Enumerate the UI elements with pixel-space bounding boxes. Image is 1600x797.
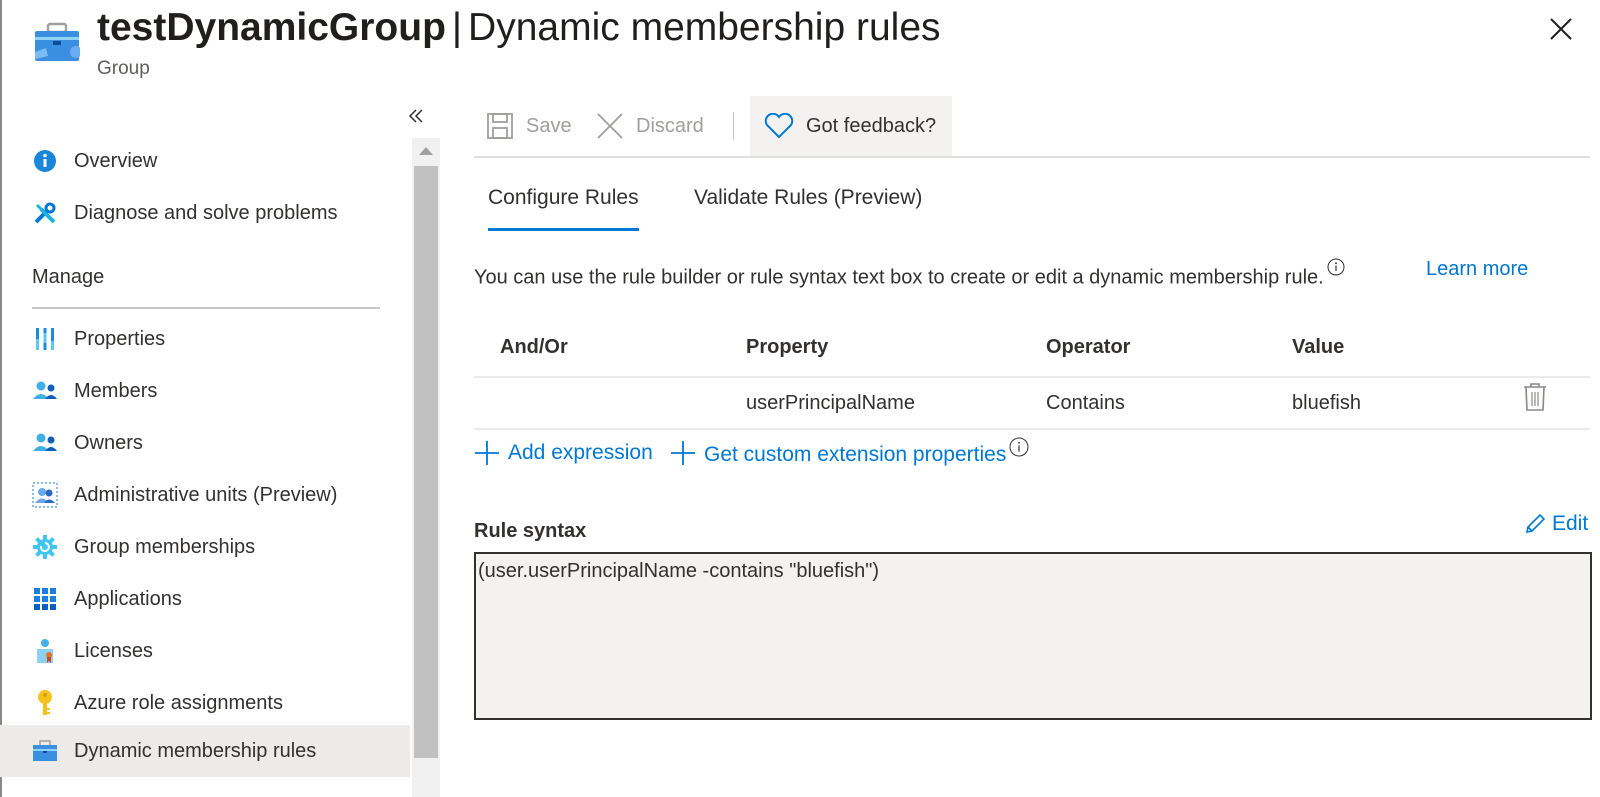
tab-label: Configure Rules (488, 186, 639, 209)
sidebar-item-label: Azure role assignments (74, 691, 283, 714)
sidebar-item-label: Properties (74, 327, 166, 350)
section-header-manage: Manage (32, 266, 105, 288)
sidebar-item-label: Applications (74, 587, 182, 610)
people-icon (32, 378, 58, 404)
plus-icon (475, 441, 499, 465)
discard-button[interactable]: Discard (596, 96, 704, 156)
key-icon (32, 690, 58, 716)
cell-value[interactable]: bluefish (1292, 392, 1361, 415)
gear-icon (32, 534, 58, 560)
trash-icon[interactable] (1522, 382, 1548, 412)
get-custom-extension-label: Get custom extension properties (704, 443, 1007, 466)
wrench-screwdriver-icon (32, 200, 58, 226)
sidebar-item-label: Members (74, 379, 158, 402)
rule-syntax-label: Rule syntax (474, 520, 587, 542)
edit-label: Edit (1552, 512, 1589, 535)
save-label: Save (526, 114, 572, 137)
sidebar-item-properties[interactable]: Properties (0, 313, 410, 365)
sidebar-item-diagnose[interactable]: Diagnose and solve problems (0, 187, 410, 239)
scrollbar-thumb[interactable] (414, 166, 438, 758)
rule-syntax-textbox[interactable]: (user.userPrincipalName -contains "bluef… (474, 552, 1592, 720)
sidebar-item-label: Dynamic membership rules (74, 739, 317, 762)
add-expression-label: Add expression (508, 441, 653, 464)
sidebar-item-administrative-units[interactable]: Administrative units (Preview) (0, 469, 410, 521)
sidebar-item-dynamic-membership-rules[interactable]: Dynamic membership rules (0, 725, 410, 777)
page-subtitle: Group (97, 58, 150, 79)
column-header-value: Value (1292, 336, 1345, 358)
double-chevron-left-icon (408, 109, 423, 123)
group-name: testDynamicGroup (97, 6, 446, 49)
blade-name: Dynamic membership rules (468, 6, 941, 49)
close-icon[interactable] (1548, 16, 1574, 42)
sidebar-item-licenses[interactable]: Licenses (0, 625, 410, 677)
edit-rule-syntax-button[interactable]: Edit (1524, 512, 1588, 536)
info-icon (32, 148, 58, 174)
header-divider (474, 376, 1590, 378)
collapse-sidebar-button[interactable] (408, 104, 424, 130)
sidebar-item-owners[interactable]: Owners (0, 417, 410, 469)
tab-validate-rules[interactable]: Validate Rules (Preview) (694, 186, 922, 234)
scroll-up-button[interactable] (412, 138, 440, 164)
discard-x-icon (597, 113, 623, 139)
sidebar-item-label: Diagnose and solve problems (74, 201, 338, 224)
sidebar-item-members[interactable]: Members (0, 365, 410, 417)
sidebar-item-overview[interactable]: Overview (0, 135, 410, 187)
learn-more-link[interactable]: Learn more (1426, 258, 1528, 281)
column-header-and-or: And/Or (500, 336, 568, 358)
plus-icon (671, 441, 695, 465)
sidebar-item-azure-role-assignments[interactable]: Azure role assignments (0, 677, 410, 729)
sidebar-item-label: Owners (74, 431, 143, 454)
save-icon (487, 113, 513, 139)
sidebar-item-label: Overview (74, 149, 158, 172)
column-header-property: Property (746, 336, 829, 358)
people-icon (32, 430, 58, 456)
grid-icon (32, 586, 58, 612)
sidebar-item-group-memberships[interactable]: Group memberships (0, 521, 410, 573)
discard-label: Discard (636, 114, 704, 137)
command-bar: Save Discard Got feedback? (474, 96, 1590, 158)
cell-property[interactable]: userPrincipalName (746, 392, 915, 415)
toolbar-divider (733, 112, 734, 140)
save-button[interactable]: Save (486, 96, 572, 156)
sidebar-item-label: Group memberships (74, 535, 256, 558)
properties-bars-icon (32, 326, 58, 352)
sidebar-scrollbar[interactable] (412, 138, 440, 797)
info-icon[interactable] (1327, 258, 1345, 276)
license-user-icon (32, 638, 58, 664)
triangle-up-icon (419, 147, 433, 155)
page-title: testDynamicGroup | Dynamic membership rule… (97, 6, 941, 50)
feedback-label: Got feedback? (806, 114, 937, 137)
heart-icon (764, 113, 794, 139)
tab-label: Validate Rules (Preview) (694, 186, 923, 209)
feedback-button[interactable]: Got feedback? (750, 96, 952, 156)
sidebar-item-label: Administrative units (Preview) (74, 483, 338, 506)
row-divider (474, 428, 1590, 430)
blade-header: testDynamicGroup | Dynamic membership rule… (0, 0, 1600, 95)
cell-operator[interactable]: Contains (1046, 392, 1125, 415)
group-briefcase-icon (35, 22, 80, 61)
get-custom-extension-properties-button[interactable]: Get custom extension properties (670, 437, 1029, 466)
title-separator: | (451, 6, 463, 49)
sidebar-item-label: Licenses (74, 639, 153, 662)
sidebar-item-applications[interactable]: Applications (0, 573, 410, 625)
briefcase-icon (32, 738, 58, 764)
description-text: You can use the rule builder or rule syn… (474, 258, 1345, 290)
section-divider (32, 307, 380, 309)
pencil-icon (1525, 513, 1546, 534)
column-header-operator: Operator (1046, 336, 1131, 358)
active-tab-indicator (488, 228, 639, 231)
description-label: You can use the rule builder or rule syn… (474, 266, 1324, 289)
add-expression-button[interactable]: Add expression (474, 440, 653, 466)
admin-units-icon (32, 482, 58, 508)
tab-configure-rules[interactable]: Configure Rules (488, 186, 639, 234)
info-icon[interactable] (1009, 437, 1029, 457)
